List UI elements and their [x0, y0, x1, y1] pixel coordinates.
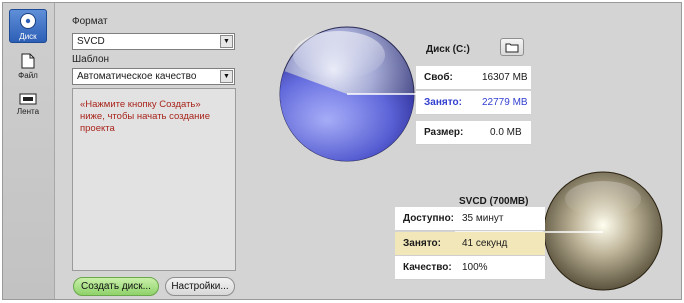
app-window: Диск Файл Лента Формат SVCD ▼ Шаблон Авт… [2, 2, 682, 300]
disk-used-row: Занято: 22779 MB [416, 91, 531, 115]
disk-free-value: 16307 MB [482, 72, 528, 83]
media-title: SVCD (700MB) [459, 196, 529, 207]
disk-size-label: Размер: [424, 127, 464, 138]
media-used-value: 41 секунд [462, 238, 508, 249]
usage-graphics [279, 26, 663, 291]
folder-icon [505, 43, 519, 52]
disk-title: Диск (C:) [426, 44, 470, 55]
disk-used-label: Занято: [424, 97, 462, 108]
media-quality-value: 100% [462, 262, 488, 273]
disk-free-row: Своб: 16307 MB [416, 66, 531, 90]
disk-size-row: Размер: 0.0 MB [416, 121, 531, 145]
disk-size-value: 0.0 MB [490, 127, 522, 138]
disk-free-label: Своб: [424, 72, 453, 83]
media-quality-label: Качество: [403, 262, 452, 273]
media-available-value: 35 минут [462, 213, 504, 224]
media-quality-row: Качество: 100% [395, 256, 545, 280]
media-used-row: Занято: 41 секунд [395, 232, 545, 256]
media-available-row: Доступно: 35 минут [395, 207, 545, 231]
disk-used-value: 22779 MB [482, 97, 528, 108]
browse-folder-button[interactable] [500, 38, 524, 56]
media-used-label: Занято: [403, 238, 441, 249]
media-available-label: Доступно: [403, 213, 455, 224]
